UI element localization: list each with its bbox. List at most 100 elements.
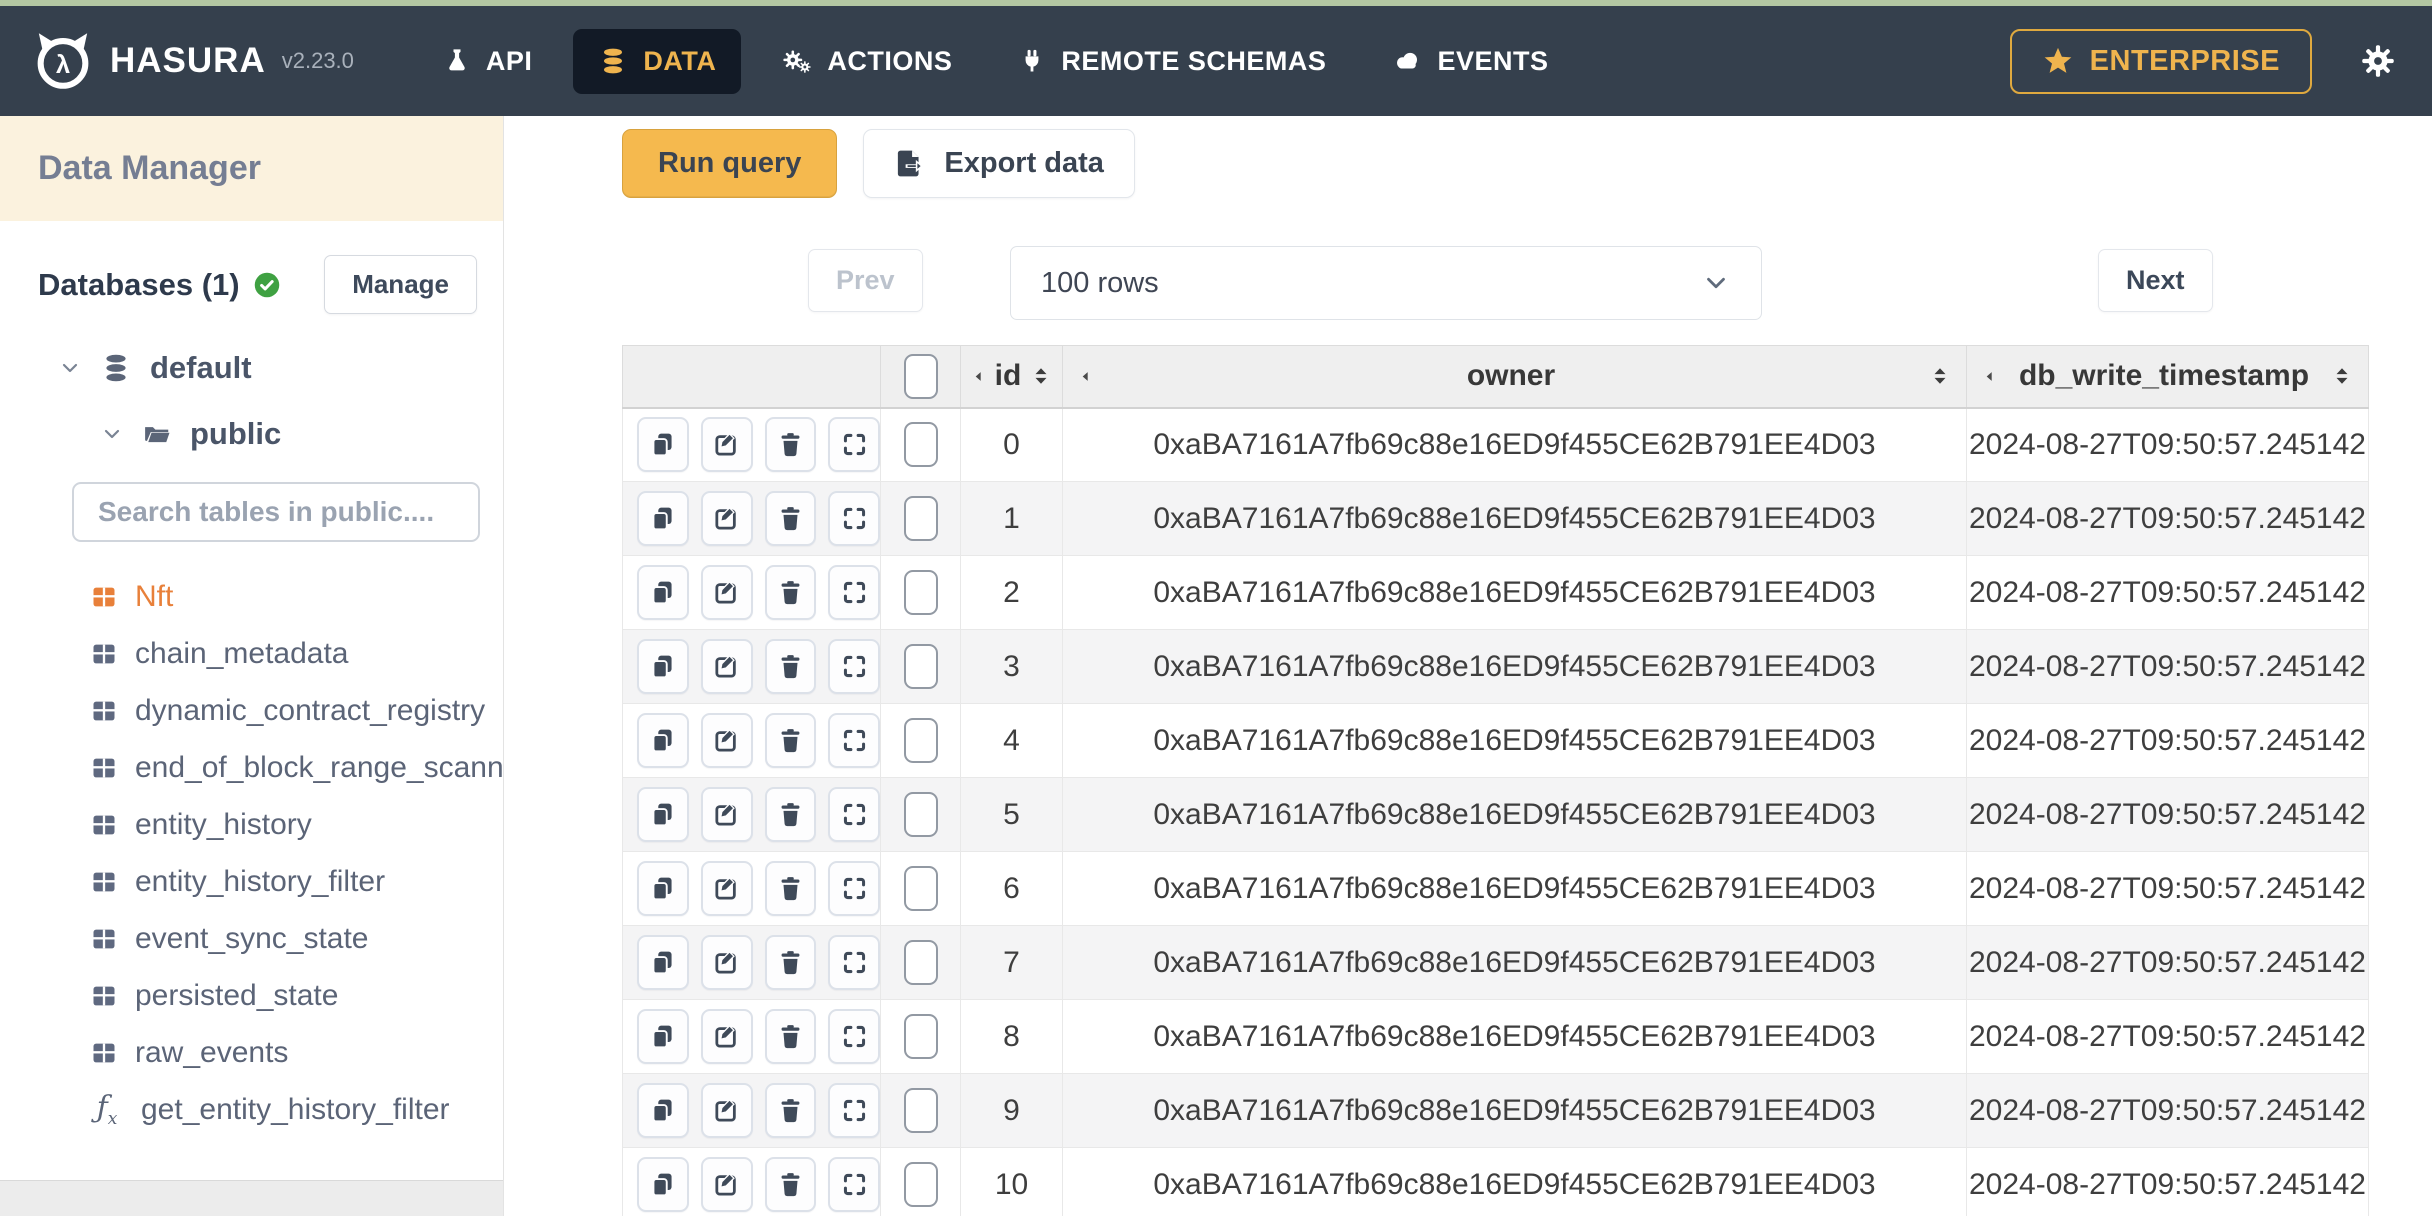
delete-row-button[interactable] bbox=[764, 417, 817, 473]
column-header-db-write-timestamp[interactable]: db_write_timestamp bbox=[1966, 345, 2369, 409]
edit-row-button[interactable] bbox=[700, 861, 753, 916]
delete-row-button[interactable] bbox=[764, 713, 817, 768]
collapse-column-icon[interactable] bbox=[971, 369, 986, 384]
edit-row-button[interactable] bbox=[700, 787, 753, 842]
chevron-down-icon[interactable] bbox=[58, 356, 82, 380]
database-icon bbox=[100, 352, 132, 384]
expand-row-button[interactable] bbox=[828, 417, 880, 473]
delete-row-button[interactable] bbox=[764, 1009, 817, 1064]
clone-row-button[interactable] bbox=[637, 639, 689, 694]
row-checkbox[interactable] bbox=[903, 422, 938, 468]
search-tables-input[interactable] bbox=[72, 482, 480, 542]
tree-node-database[interactable]: default bbox=[0, 350, 503, 386]
cell-id: 7 bbox=[960, 925, 1063, 1000]
clone-row-button[interactable] bbox=[637, 1009, 689, 1064]
expand-row-button[interactable] bbox=[828, 935, 880, 990]
next-page-button[interactable]: Next bbox=[2098, 249, 2213, 312]
clone-row-button[interactable] bbox=[637, 1157, 689, 1212]
expand-row-button[interactable] bbox=[828, 861, 880, 916]
row-checkbox[interactable] bbox=[903, 644, 938, 689]
edit-row-button[interactable] bbox=[700, 1157, 753, 1212]
expand-row-button[interactable] bbox=[828, 1083, 880, 1138]
sidebar-table-item[interactable]: raw_events bbox=[90, 1024, 503, 1081]
sidebar-table-item[interactable]: persisted_state bbox=[90, 967, 503, 1024]
hasura-logo[interactable]: λ bbox=[34, 32, 92, 90]
clone-row-button[interactable] bbox=[637, 713, 689, 768]
clone-row-button[interactable] bbox=[637, 787, 689, 842]
row-checkbox[interactable] bbox=[903, 496, 938, 541]
edit-row-button[interactable] bbox=[700, 491, 753, 546]
expand-row-button[interactable] bbox=[828, 639, 880, 694]
select-all-checkbox[interactable] bbox=[903, 353, 938, 399]
delete-row-button[interactable] bbox=[764, 565, 817, 620]
sidebar-table-item[interactable]: chain_metadata bbox=[90, 625, 503, 682]
delete-row-button[interactable] bbox=[764, 1083, 817, 1138]
clone-row-button[interactable] bbox=[637, 935, 689, 990]
table-icon bbox=[90, 697, 118, 725]
tree-node-schema[interactable]: public bbox=[0, 416, 503, 452]
sidebar-table-item[interactable]: end_of_block_range_scanned_data bbox=[90, 739, 612, 796]
clone-row-button[interactable] bbox=[637, 491, 689, 546]
nav-item-actions[interactable]: ACTIONS bbox=[757, 29, 977, 94]
column-header-id[interactable]: id bbox=[960, 345, 1063, 409]
nav-item-data[interactable]: DATA bbox=[573, 28, 742, 94]
row-checkbox[interactable] bbox=[903, 1162, 938, 1207]
edit-row-button[interactable] bbox=[700, 639, 753, 694]
enterprise-button[interactable]: ENTERPRISE bbox=[2009, 28, 2312, 94]
manage-button[interactable]: Manage bbox=[324, 255, 477, 314]
row-checkbox[interactable] bbox=[903, 718, 938, 763]
expand-row-button[interactable] bbox=[828, 1009, 880, 1064]
run-query-button[interactable]: Run query bbox=[622, 129, 838, 198]
expand-row-button[interactable] bbox=[828, 713, 880, 768]
delete-row-button[interactable] bbox=[764, 787, 817, 842]
chevron-down-icon[interactable] bbox=[100, 422, 124, 446]
expand-row-button[interactable] bbox=[828, 491, 880, 546]
edit-row-button[interactable] bbox=[700, 417, 753, 473]
sort-icon[interactable] bbox=[2331, 365, 2353, 387]
rows-per-page-select[interactable]: 100 rows bbox=[1010, 246, 1762, 320]
nav-item-events[interactable]: EVENTS bbox=[1367, 29, 1573, 94]
delete-row-button[interactable] bbox=[764, 935, 817, 990]
delete-row-button[interactable] bbox=[764, 491, 817, 546]
row-checkbox[interactable] bbox=[903, 866, 938, 911]
expand-row-button[interactable] bbox=[828, 787, 880, 842]
collapse-column-icon[interactable] bbox=[1078, 369, 1093, 384]
row-checkbox[interactable] bbox=[903, 1088, 938, 1133]
sidebar-table-item[interactable]: entity_history bbox=[90, 796, 503, 853]
expand-row-button[interactable] bbox=[828, 565, 880, 620]
prev-page-button[interactable]: Prev bbox=[808, 249, 923, 312]
trash-icon bbox=[776, 1022, 805, 1051]
delete-row-button[interactable] bbox=[764, 861, 817, 916]
edit-row-button[interactable] bbox=[700, 935, 753, 990]
row-checkbox[interactable] bbox=[903, 1014, 938, 1059]
collapse-column-icon[interactable] bbox=[1982, 369, 1997, 384]
sidebar-function-item[interactable]: ƒx get_entity_history_filter bbox=[90, 1081, 503, 1138]
edit-row-button[interactable] bbox=[700, 1009, 753, 1064]
sort-icon[interactable] bbox=[1030, 365, 1052, 387]
clone-row-button[interactable] bbox=[637, 417, 689, 473]
column-header-owner[interactable]: owner bbox=[1062, 345, 1967, 409]
edit-icon bbox=[712, 726, 741, 755]
settings-gear-icon[interactable] bbox=[2360, 43, 2396, 79]
clone-row-button[interactable] bbox=[637, 861, 689, 916]
sidebar-table-item[interactable]: entity_history_filter bbox=[90, 853, 503, 910]
nav-item-api[interactable]: API bbox=[418, 29, 558, 94]
expand-row-button[interactable] bbox=[828, 1157, 880, 1212]
sort-icon[interactable] bbox=[1929, 365, 1951, 387]
row-checkbox[interactable] bbox=[903, 792, 938, 837]
edit-row-button[interactable] bbox=[700, 1083, 753, 1138]
sidebar-table-item[interactable]: Nft bbox=[90, 568, 503, 625]
clone-row-button[interactable] bbox=[637, 565, 689, 620]
edit-row-button[interactable] bbox=[700, 713, 753, 768]
export-data-button[interactable]: Export data bbox=[863, 129, 1135, 198]
clone-row-button[interactable] bbox=[637, 1083, 689, 1138]
copy-icon bbox=[648, 726, 677, 755]
row-checkbox[interactable] bbox=[903, 570, 938, 615]
row-checkbox[interactable] bbox=[903, 940, 938, 985]
sidebar-table-item[interactable]: dynamic_contract_registry bbox=[90, 682, 503, 739]
nav-item-remote-schemas[interactable]: REMOTE SCHEMAS bbox=[993, 29, 1351, 94]
edit-row-button[interactable] bbox=[700, 565, 753, 620]
delete-row-button[interactable] bbox=[764, 1157, 817, 1212]
delete-row-button[interactable] bbox=[764, 639, 817, 694]
sidebar-table-item[interactable]: event_sync_state bbox=[90, 910, 503, 967]
